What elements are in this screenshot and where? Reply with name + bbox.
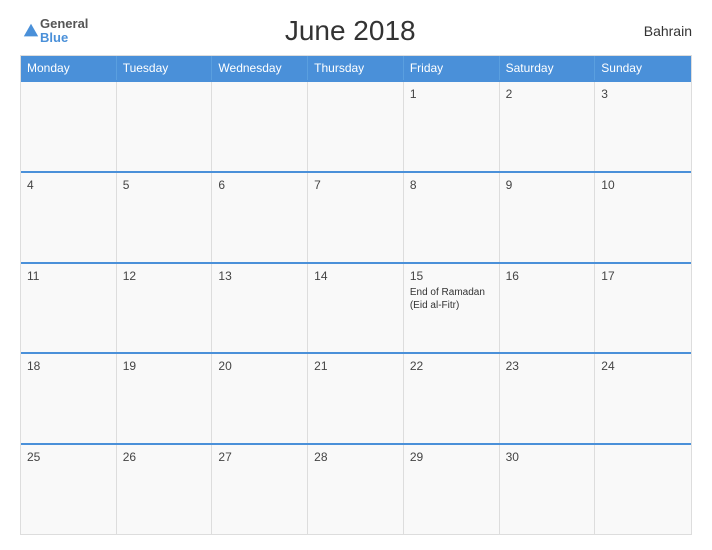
day-number: 5 <box>123 178 206 192</box>
day-number: 13 <box>218 269 301 283</box>
day-number: 10 <box>601 178 685 192</box>
day-number: 19 <box>123 359 206 373</box>
calendar-header: MondayTuesdayWednesdayThursdayFridaySatu… <box>21 56 691 80</box>
day-of-week-friday: Friday <box>404 56 500 80</box>
cal-cell: 21 <box>308 354 404 443</box>
day-number: 6 <box>218 178 301 192</box>
week-row-3: 11 12 13 14 15 End of Ramadan (Eid al-Fitr) 16… <box>21 262 691 353</box>
cal-cell: 12 <box>117 264 213 353</box>
day-number: 22 <box>410 359 493 373</box>
cal-cell: 30 <box>500 445 596 534</box>
logo: General Blue <box>20 17 88 46</box>
cal-cell: 20 <box>212 354 308 443</box>
cal-cell: 17 <box>595 264 691 353</box>
day-number: 9 <box>506 178 589 192</box>
cal-cell: 6 <box>212 173 308 262</box>
day-number: 15 <box>410 269 493 283</box>
day-number: 7 <box>314 178 397 192</box>
cal-cell: 1 <box>404 82 500 171</box>
country-label: Bahrain <box>612 23 692 39</box>
day-of-week-monday: Monday <box>21 56 117 80</box>
week-row-4: 18 19 20 21 22 23 24 <box>21 352 691 443</box>
day-number: 11 <box>27 269 110 283</box>
cal-cell: 22 <box>404 354 500 443</box>
page: General Blue June 2018 Bahrain MondayTue… <box>0 0 712 550</box>
cal-cell: 9 <box>500 173 596 262</box>
day-number: 27 <box>218 450 301 464</box>
cal-cell: 28 <box>308 445 404 534</box>
day-of-week-sunday: Sunday <box>595 56 691 80</box>
cal-cell: 5 <box>117 173 213 262</box>
cal-cell: 13 <box>212 264 308 353</box>
day-number: 14 <box>314 269 397 283</box>
cal-cell: 4 <box>21 173 117 262</box>
day-number: 18 <box>27 359 110 373</box>
day-number: 17 <box>601 269 685 283</box>
cal-cell: 27 <box>212 445 308 534</box>
cal-cell: 7 <box>308 173 404 262</box>
day-number: 16 <box>506 269 589 283</box>
cal-cell: 29 <box>404 445 500 534</box>
cal-cell: 25 <box>21 445 117 534</box>
week-row-2: 456789 10 <box>21 171 691 262</box>
cal-cell: 18 <box>21 354 117 443</box>
cal-cell: 14 <box>308 264 404 353</box>
calendar: MondayTuesdayWednesdayThursdayFridaySatu… <box>20 55 692 535</box>
logo-blue-text: Blue <box>40 31 88 45</box>
day-number: 2 <box>506 87 589 101</box>
day-number: 25 <box>27 450 110 464</box>
day-number: 30 <box>506 450 589 464</box>
day-of-week-tuesday: Tuesday <box>117 56 213 80</box>
week-row-5: 25 26 27 28 29 30 <box>21 443 691 534</box>
day-number: 1 <box>410 87 493 101</box>
day-number: 3 <box>601 87 685 101</box>
cal-cell: 2 <box>500 82 596 171</box>
cal-cell <box>308 82 404 171</box>
day-number: 26 <box>123 450 206 464</box>
day-of-week-thursday: Thursday <box>308 56 404 80</box>
day-number: 4 <box>27 178 110 192</box>
cal-cell: 8 <box>404 173 500 262</box>
logo-general-text: General <box>40 17 88 31</box>
cal-cell <box>21 82 117 171</box>
month-title: June 2018 <box>88 15 612 47</box>
cal-cell: 11 <box>21 264 117 353</box>
day-number: 24 <box>601 359 685 373</box>
cal-cell: 24 <box>595 354 691 443</box>
cal-cell <box>212 82 308 171</box>
cal-cell: 26 <box>117 445 213 534</box>
day-number: 20 <box>218 359 301 373</box>
logo-icon <box>22 22 40 40</box>
day-of-week-wednesday: Wednesday <box>212 56 308 80</box>
logo-text: General Blue <box>40 17 88 46</box>
day-number: 8 <box>410 178 493 192</box>
cal-cell <box>117 82 213 171</box>
cal-cell: 19 <box>117 354 213 443</box>
cal-cell: 3 <box>595 82 691 171</box>
cal-cell: 23 <box>500 354 596 443</box>
day-number: 28 <box>314 450 397 464</box>
cal-cell: 16 <box>500 264 596 353</box>
header: General Blue June 2018 Bahrain <box>20 15 692 47</box>
cal-cell <box>595 445 691 534</box>
day-number: 23 <box>506 359 589 373</box>
day-number: 29 <box>410 450 493 464</box>
calendar-event: End of Ramadan (Eid al-Fitr) <box>410 286 493 312</box>
cal-cell: 15 End of Ramadan (Eid al-Fitr) <box>404 264 500 353</box>
day-number: 21 <box>314 359 397 373</box>
day-number: 12 <box>123 269 206 283</box>
calendar-body: 123456789101112131415End of Ramadan (Eid… <box>21 80 691 534</box>
week-row-1: 123 <box>21 80 691 171</box>
day-of-week-saturday: Saturday <box>500 56 596 80</box>
cal-cell: 10 <box>595 173 691 262</box>
